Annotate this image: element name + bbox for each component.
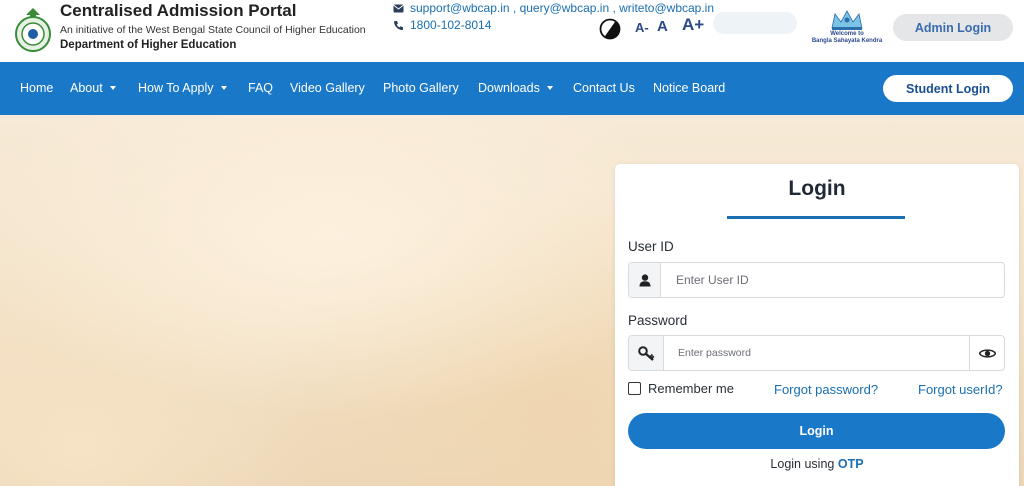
chevron-down-icon: [109, 86, 116, 90]
nav-notice-board-label: Notice Board: [653, 81, 726, 95]
userid-input-group: [628, 262, 1005, 298]
nav-faq[interactable]: FAQ: [248, 81, 273, 95]
nav-home[interactable]: Home: [20, 81, 53, 95]
login-submit-button[interactable]: Login: [628, 413, 1005, 449]
forgot-userid-link[interactable]: Forgot userId?: [918, 382, 1003, 397]
student-login-button[interactable]: Student Login: [883, 75, 1013, 102]
phone-number[interactable]: 1800-102-8014: [410, 18, 491, 32]
nav-video-gallery[interactable]: Video Gallery: [290, 81, 365, 95]
portal-title: Centralised Admission Portal: [60, 1, 297, 20]
contrast-icon[interactable]: [599, 18, 621, 40]
department-name: Department of Higher Education: [60, 39, 237, 51]
site-header: Centralised Admission Portal An initiati…: [0, 0, 1024, 62]
portal-subtitle: An initiative of the West Bengal State C…: [60, 24, 366, 36]
toggle-password-visibility[interactable]: [969, 336, 1004, 370]
nav-about[interactable]: About: [70, 81, 116, 95]
otp-login-line: Login using OTP: [615, 457, 1019, 471]
password-input[interactable]: [665, 336, 967, 370]
main-navbar: Home About How To Apply FAQ Video Galler…: [0, 62, 1024, 115]
userid-input[interactable]: [662, 263, 1004, 297]
remember-checkbox[interactable]: [628, 382, 641, 395]
contact-emails: support@wbcap.in , query@wbcap.in , writ…: [393, 1, 714, 15]
language-toggle[interactable]: [713, 12, 797, 34]
otp-prefix: Login using: [770, 457, 835, 471]
chevron-down-icon: [220, 86, 227, 90]
nav-downloads-label: Downloads: [478, 81, 540, 95]
key-icon: [637, 345, 654, 361]
font-normal-button[interactable]: A: [657, 18, 668, 35]
login-card: Login User ID Password: [615, 164, 1019, 486]
password-input-group: [628, 335, 1005, 371]
email-links[interactable]: support@wbcap.in , query@wbcap.in , writ…: [410, 1, 714, 15]
nav-photo-gallery-label: Photo Gallery: [383, 81, 459, 95]
nav-notice-board[interactable]: Notice Board: [653, 81, 725, 95]
key-addon: [629, 336, 664, 370]
login-title: Login: [788, 177, 846, 200]
contact-phone: 1800-102-8014: [393, 18, 491, 32]
remember-label: Remember me: [648, 381, 734, 396]
nav-how-to-apply-label: How To Apply: [138, 81, 214, 95]
nav-photo-gallery[interactable]: Photo Gallery: [383, 81, 459, 95]
nav-video-gallery-label: Video Gallery: [290, 81, 365, 95]
bsk-caption-welcome: Welcome to: [830, 31, 864, 37]
nav-contact-us-label: Contact Us: [573, 81, 635, 95]
title-underline: [727, 216, 905, 219]
user-addon: [629, 263, 661, 297]
nav-about-label: About: [70, 81, 103, 95]
userid-label: User ID: [628, 239, 674, 254]
govt-emblem-icon: [15, 8, 51, 52]
font-decrease-button[interactable]: A-: [635, 20, 649, 35]
user-icon: [639, 273, 650, 286]
nav-contact-us[interactable]: Contact Us: [573, 81, 635, 95]
nav-home-label: Home: [20, 81, 54, 95]
password-label: Password: [628, 313, 688, 328]
nav-how-to-apply[interactable]: How To Apply: [138, 81, 227, 95]
forgot-password-link[interactable]: Forgot password?: [774, 382, 878, 397]
otp-login-link[interactable]: OTP: [838, 457, 864, 471]
envelope-icon: [393, 4, 404, 12]
eye-icon: [978, 348, 996, 358]
font-increase-button[interactable]: A+: [682, 15, 704, 35]
phone-icon: [393, 20, 403, 30]
bsk-caption: Welcome to Bangla Sahayata Kendra: [806, 31, 888, 45]
nav-downloads[interactable]: Downloads: [478, 81, 553, 95]
chevron-down-icon: [546, 86, 553, 90]
admin-login-button[interactable]: Admin Login: [893, 14, 1013, 41]
bsk-caption-name: Bangla Sahayata Kendra: [811, 38, 883, 44]
remember-me[interactable]: Remember me: [628, 381, 734, 396]
nav-faq-label: FAQ: [248, 81, 274, 95]
